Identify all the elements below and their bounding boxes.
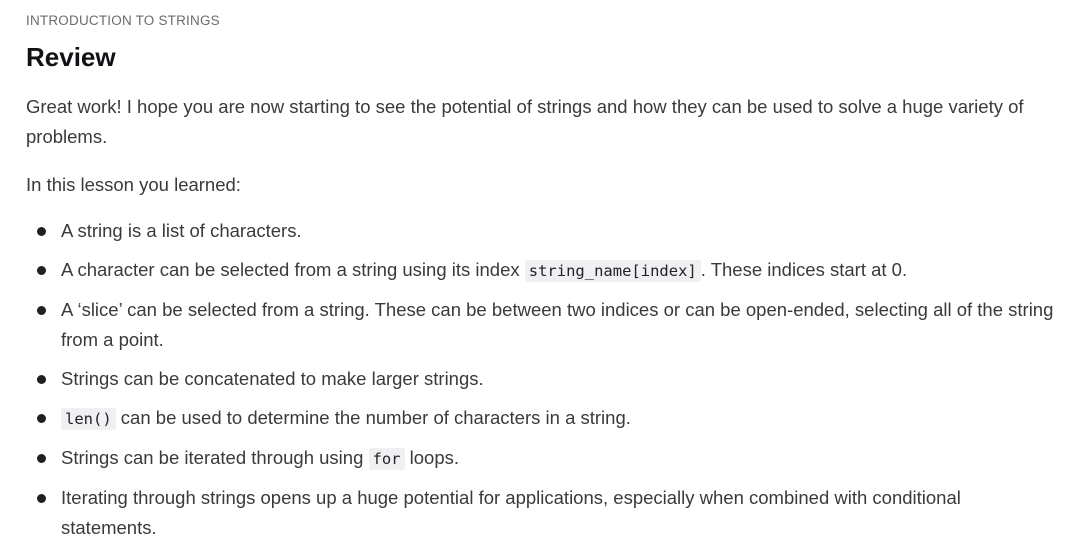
bullet-icon (37, 454, 46, 463)
inline-code: for (368, 448, 405, 470)
bullet-icon (37, 266, 46, 275)
list-item-text: Iterating through strings opens up a hug… (61, 487, 961, 538)
bullet-icon (37, 494, 46, 503)
list-item: len() can be used to determine the numbe… (26, 403, 1056, 434)
summary-list: A string is a list of characters. A char… (26, 216, 1056, 552)
intro-paragraph: Great work! I hope you are now starting … (26, 96, 1024, 147)
list-item-text: A ‘slice’ can be selected from a string.… (61, 299, 1054, 350)
list-item: Strings can be iterated through using fo… (26, 443, 1056, 474)
inline-code: string_name[index] (524, 260, 701, 282)
list-item: Strings can be concatenated to make larg… (26, 364, 1056, 394)
list-item: A string is a list of characters. (26, 216, 1056, 246)
bullet-icon (37, 306, 46, 315)
list-item: Iterating through strings opens up a hug… (26, 483, 1056, 543)
lesson-section-label: INTRODUCTION TO STRINGS (26, 13, 220, 28)
list-item-text: A character can be selected from a strin… (61, 259, 525, 280)
list-item-text: loops. (404, 447, 460, 468)
bullet-icon (37, 414, 46, 423)
list-item: A character can be selected from a strin… (26, 255, 1056, 286)
list-item-text: A string is a list of characters. (61, 220, 302, 241)
bullet-icon (37, 375, 46, 384)
list-item-text: can be used to determine the number of c… (115, 407, 631, 428)
list-item-text: . These indices start at 0. (700, 259, 908, 280)
list-item: A ‘slice’ can be selected from a string.… (26, 295, 1056, 355)
list-item-text: Strings can be iterated through using (61, 447, 369, 468)
list-item-text: Strings can be concatenated to make larg… (61, 368, 484, 389)
page-title: Review (26, 42, 116, 72)
bullet-icon (37, 227, 46, 236)
summary-lead: In this lesson you learned: (26, 174, 241, 195)
inline-code: len() (61, 408, 116, 430)
